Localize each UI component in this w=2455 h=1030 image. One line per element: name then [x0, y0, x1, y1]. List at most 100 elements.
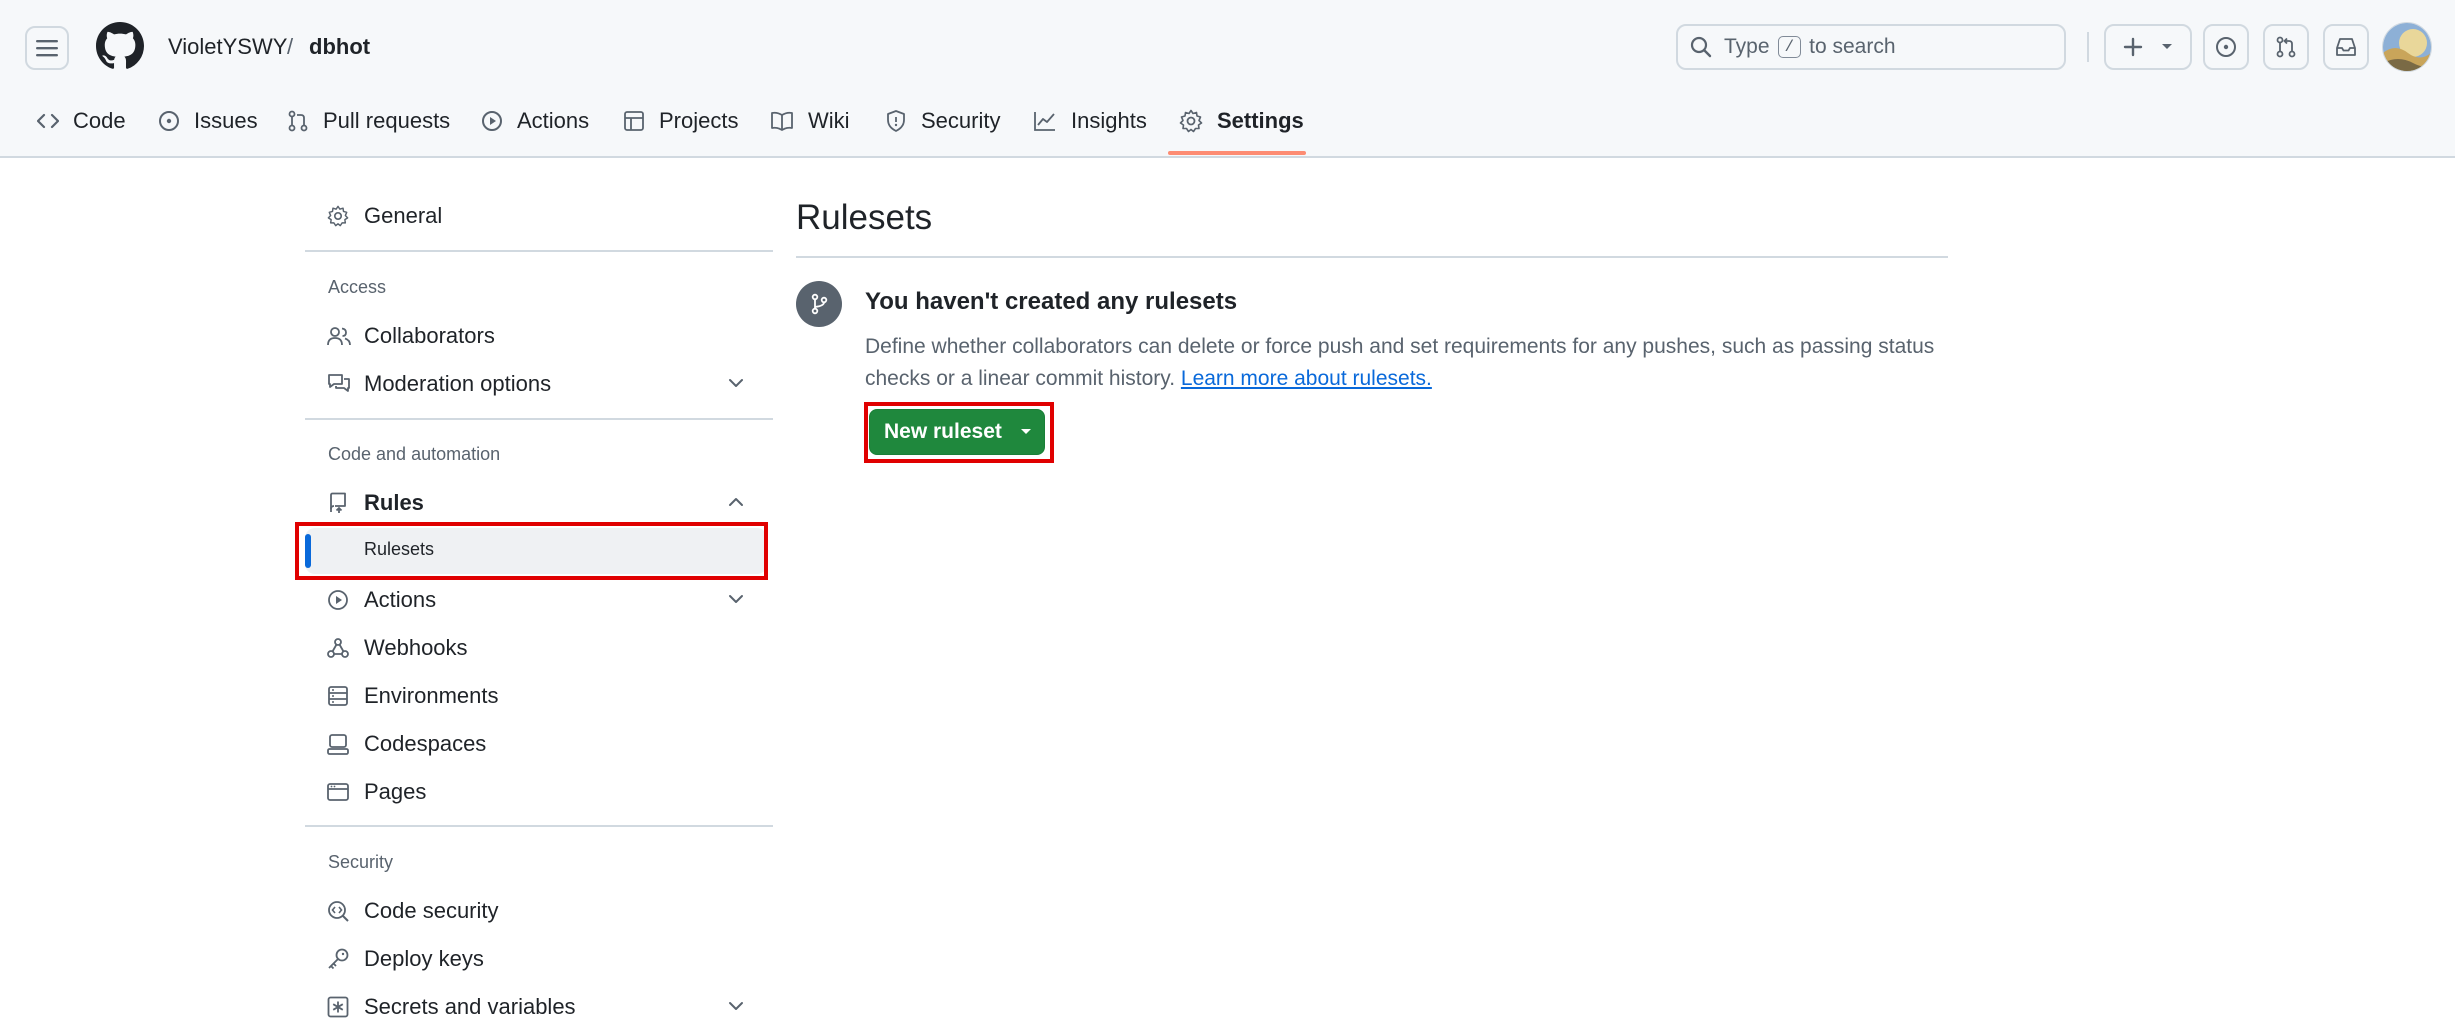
search-input[interactable]: Type / to search: [1676, 24, 2066, 70]
sidebar-section-access: Access: [328, 277, 387, 297]
gear-icon: [327, 205, 349, 227]
menu-button[interactable]: [25, 26, 69, 70]
shield-icon: [887, 110, 905, 132]
sidebar-item-label: Code security: [364, 898, 499, 923]
code-icon: [37, 113, 59, 129]
tab-issues-label: Issues: [194, 108, 258, 133]
sidebar-item-code-security[interactable]: Code security: [305, 888, 773, 934]
git-pull-request-icon: [288, 110, 308, 132]
sidebar-item-label: Secrets and variables: [364, 994, 576, 1019]
chevron-up-icon: [729, 498, 743, 506]
repo-name-link[interactable]: dbhot: [309, 32, 370, 62]
tab-pull-requests-label: Pull requests: [323, 108, 451, 133]
tab-pull-requests[interactable]: Pull requests: [287, 100, 450, 142]
blankslate-heading: You haven't created any rulesets: [865, 288, 1238, 315]
tab-settings-label: Settings: [1217, 108, 1304, 133]
sidebar-item-label: General: [364, 203, 443, 228]
sidebar-section-security: Security: [328, 852, 394, 872]
tab-security-label: Security: [921, 108, 1001, 133]
sidebar-item-general[interactable]: General: [305, 193, 773, 239]
github-mark-icon: [96, 22, 144, 69]
sidebar-item-label: Codespaces: [364, 731, 487, 756]
comment-discussion-icon: [328, 374, 350, 392]
sidebar-item-label: Actions: [364, 587, 437, 612]
header-divider: [2087, 32, 2089, 62]
sidebar-item-collaborators[interactable]: Collaborators: [305, 313, 773, 359]
github-logo[interactable]: [96, 22, 144, 70]
tab-actions-label: Actions: [517, 108, 590, 133]
sidebar-item-rules[interactable]: Rules: [305, 480, 773, 526]
play-icon: [328, 590, 348, 610]
git-branch-icon: [811, 293, 828, 315]
sidebar-item-label: Pages: [364, 779, 427, 804]
sidebar-item-codespaces[interactable]: Codespaces: [305, 721, 773, 767]
sidebar-section-code-automation: Code and automation: [328, 444, 501, 464]
sidebar-divider: [305, 418, 773, 420]
title-divider: [796, 256, 1948, 258]
search-suffix: to search: [1809, 35, 1896, 58]
codescan-icon: [328, 901, 349, 922]
blankslate-icon: [796, 281, 842, 327]
annotation-box-rulesets: [295, 522, 768, 580]
repo-owner-link[interactable]: VioletYSWY: [168, 32, 287, 62]
page-title: Rulesets: [796, 198, 933, 237]
webhook-icon: [327, 638, 349, 658]
selected-tab-indicator: [1168, 151, 1306, 155]
avatar-image: [2383, 23, 2431, 71]
sidebar-item-label: Moderation options: [364, 371, 552, 396]
chevron-down-icon: [729, 1002, 743, 1010]
tab-actions[interactable]: Actions: [481, 100, 589, 142]
sidebar-item-deploy-keys[interactable]: Deploy keys: [305, 936, 773, 982]
browser-icon: [327, 783, 349, 801]
sidebar-divider: [305, 250, 773, 252]
search-prefix: Type: [1724, 35, 1770, 58]
issues-button[interactable]: [2203, 24, 2249, 70]
gear-icon: [1179, 109, 1203, 133]
tab-code-label: Code: [73, 108, 126, 133]
sidebar-item-label: Collaborators: [364, 323, 495, 348]
sidebar-divider: [305, 825, 773, 827]
hamburger-icon: [36, 40, 58, 57]
table-icon: [624, 111, 644, 131]
tab-projects-label: Projects: [659, 108, 739, 133]
sidebar-item-moderation[interactable]: Moderation options: [305, 361, 773, 407]
sidebar-item-label: Webhooks: [364, 635, 468, 660]
tab-wiki-label: Wiki: [808, 108, 850, 133]
search-icon: [1690, 36, 1712, 58]
sidebar-item-label: Deploy keys: [364, 946, 484, 971]
codespaces-icon: [327, 734, 349, 755]
tab-wiki[interactable]: Wiki: [770, 100, 850, 142]
sidebar-item-pages[interactable]: Pages: [305, 769, 773, 815]
triangle-down-icon: [2162, 44, 2172, 49]
learn-more-link[interactable]: Learn more about rulesets.: [1181, 367, 1432, 390]
create-new-button[interactable]: [2104, 24, 2192, 70]
tab-security[interactable]: Security: [885, 100, 1000, 142]
repo-push-icon: [330, 492, 346, 513]
breadcrumb-separator: /: [287, 34, 294, 59]
book-icon: [771, 111, 793, 131]
sidebar-item-webhooks[interactable]: Webhooks: [305, 625, 773, 671]
tab-insights-label: Insights: [1071, 108, 1147, 133]
tab-settings[interactable]: Settings: [1179, 100, 1304, 142]
sidebar-item-label: Environments: [364, 683, 499, 708]
issue-opened-icon: [2216, 37, 2236, 57]
play-icon: [482, 111, 502, 131]
annotation-box-new-ruleset: [864, 402, 1054, 463]
sidebar-item-environments[interactable]: Environments: [305, 673, 773, 719]
sidebar-item-label: Rules: [364, 490, 424, 515]
chevron-down-icon: [729, 379, 743, 387]
plus-icon: [2123, 37, 2143, 57]
user-avatar[interactable]: [2382, 22, 2432, 72]
inbox-icon: [2336, 38, 2356, 56]
tab-code[interactable]: Code: [37, 100, 126, 142]
pull-requests-button[interactable]: [2263, 24, 2309, 70]
issue-opened-icon: [159, 111, 179, 131]
sidebar-item-secrets[interactable]: Secrets and variables: [305, 984, 773, 1030]
tab-projects[interactable]: Projects: [623, 100, 738, 142]
tab-insights[interactable]: Insights: [1033, 100, 1147, 142]
chevron-down-icon: [729, 595, 743, 603]
sidebar-item-actions[interactable]: Actions: [305, 577, 773, 623]
tab-issues[interactable]: Issues: [158, 100, 258, 142]
inbox-button[interactable]: [2323, 24, 2369, 70]
blankslate-description: Define whether collaborators can delete …: [865, 331, 1945, 395]
